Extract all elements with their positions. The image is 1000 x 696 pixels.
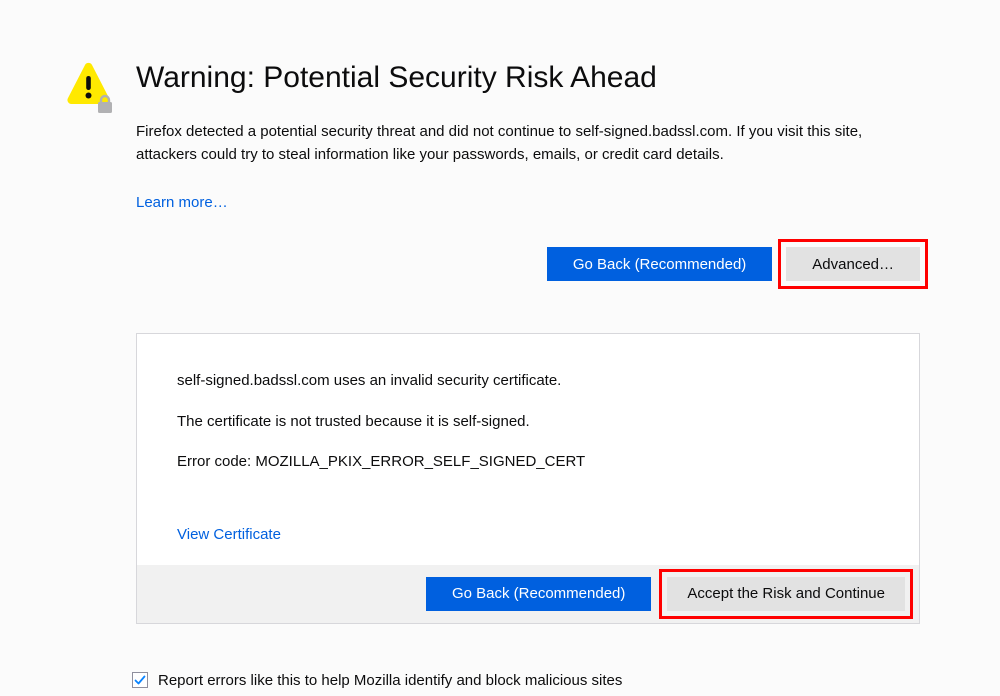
error-code-text: Error code: MOZILLA_PKIX_ERROR_SELF_SIGN… xyxy=(177,451,879,474)
learn-more-link[interactable]: Learn more… xyxy=(136,194,228,211)
advanced-panel: self-signed.badssl.com uses an invalid s… xyxy=(136,333,920,624)
warning-lock-icon xyxy=(63,101,113,118)
report-errors-checkbox[interactable] xyxy=(132,672,148,688)
accept-risk-highlight: Accept the Risk and Continue xyxy=(659,569,913,619)
report-errors-label: Report errors like this to help Mozilla … xyxy=(158,672,622,689)
go-back-button-panel[interactable]: Go Back (Recommended) xyxy=(426,577,651,611)
advanced-button-highlight: Advanced… xyxy=(778,239,928,289)
accept-risk-button[interactable]: Accept the Risk and Continue xyxy=(667,577,905,611)
cert-not-trusted-text: The certificate is not trusted because i… xyxy=(177,411,879,434)
advanced-button[interactable]: Advanced… xyxy=(786,247,920,281)
go-back-button[interactable]: Go Back (Recommended) xyxy=(547,247,772,281)
cert-invalid-text: self-signed.badssl.com uses an invalid s… xyxy=(177,370,879,393)
view-certificate-link[interactable]: View Certificate xyxy=(177,526,281,543)
page-title: Warning: Potential Security Risk Ahead xyxy=(136,58,920,97)
warning-description: Firefox detected a potential security th… xyxy=(136,121,920,166)
